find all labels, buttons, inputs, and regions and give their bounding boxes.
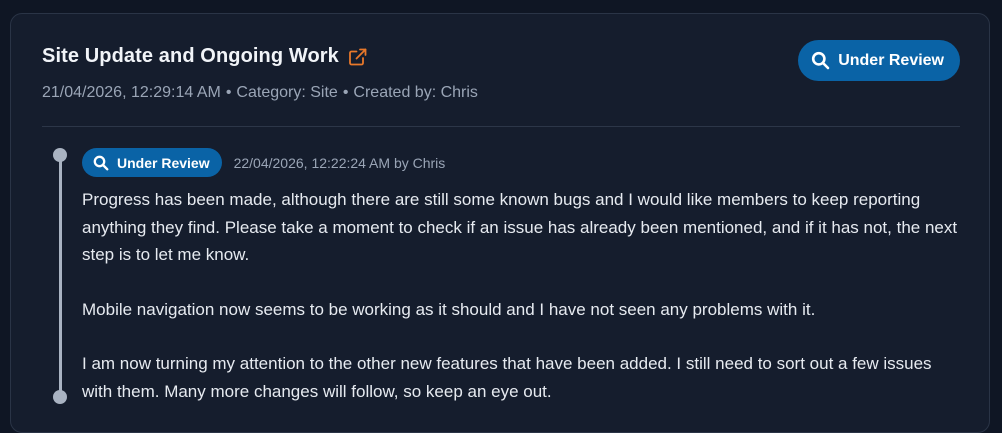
meta-separator: • [342,84,349,101]
search-icon [93,155,109,171]
external-link-icon[interactable] [348,48,367,66]
status-badge[interactable]: Under Review [798,40,960,81]
timeline-line [59,156,62,398]
update-card: Site Update and Ongoing Work 21/04/2026,… [10,13,990,433]
timeline-entry-header: Under Review 22/04/2026, 12:22:24 AM by … [82,148,445,177]
post-author: Created by: Chris [353,84,478,101]
entry-paragraph: Mobile navigation now seems to be workin… [82,299,816,319]
post-datetime: 21/04/2026, 12:29:14 AM [42,84,221,101]
post-meta: 21/04/2026, 12:29:14 AM • Category: Site • C… [42,84,478,102]
timeline-dot-start [53,148,67,162]
post-title: Site Update and Ongoing Work [42,45,339,67]
entry-status-badge: Under Review [82,148,222,177]
entry-paragraph: Progress has been made, although there a… [82,190,958,264]
status-label: Under Review [838,51,944,69]
entry-status-label: Under Review [117,154,210,171]
title-row: Site Update and Ongoing Work [42,45,367,68]
timeline-entry-body: Progress has been made, although there a… [82,186,962,432]
timeline-dot-end [53,390,67,404]
entry-paragraph: I am now turning my attention to the oth… [82,354,932,401]
divider [42,126,960,127]
entry-meta: 22/04/2026, 12:22:24 AM by Chris [233,154,446,171]
meta-separator: • [225,84,232,101]
post-category: Category: Site [236,84,338,101]
search-icon [811,51,830,70]
